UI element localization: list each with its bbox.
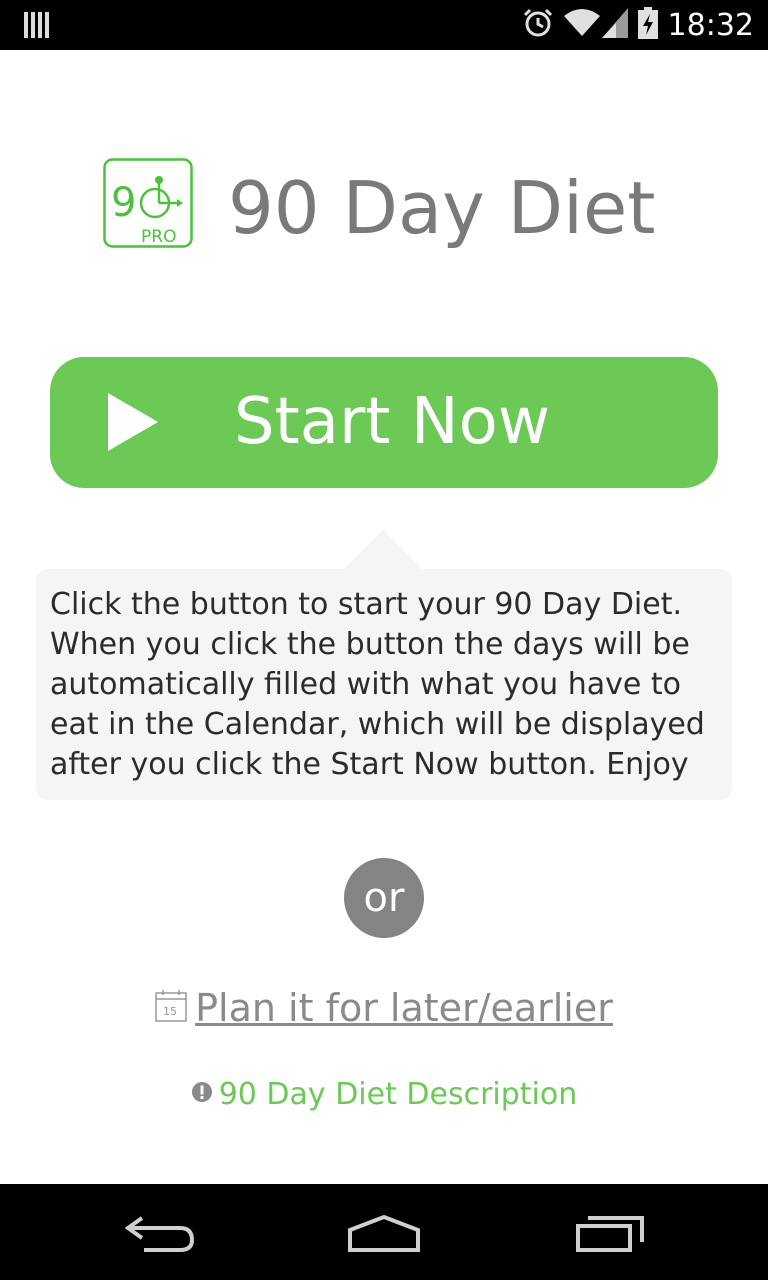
calendar-day: 15 xyxy=(163,1005,177,1018)
start-now-button[interactable]: Start Now xyxy=(50,357,718,488)
tooltip-text: Click the button to start your 90 Day Di… xyxy=(50,587,705,782)
status-bar: 18:32 xyxy=(0,0,768,50)
notification-bars-icon xyxy=(24,12,50,43)
recent-apps-icon[interactable] xyxy=(574,1214,646,1259)
wifi-icon xyxy=(563,8,600,43)
home-icon[interactable] xyxy=(346,1214,422,1259)
or-divider: or xyxy=(344,858,424,938)
start-tooltip: Click the button to start your 90 Day Di… xyxy=(36,569,732,800)
back-icon[interactable] xyxy=(124,1214,196,1259)
plan-later-link[interactable]: Plan it for later/earlier xyxy=(195,986,613,1030)
app-logo: 9 PRO xyxy=(103,158,193,248)
info-icon xyxy=(191,1081,213,1108)
tooltip-arrow xyxy=(343,530,423,570)
description-row: 90 Day Diet Description xyxy=(0,1072,768,1116)
start-now-label: Start Now xyxy=(234,385,551,459)
app-title: 90 Day Diet xyxy=(228,166,656,250)
play-icon xyxy=(108,393,158,456)
battery-charging-icon xyxy=(637,6,658,44)
diet-description-link[interactable]: 90 Day Diet Description xyxy=(219,1077,578,1112)
navigation-bar xyxy=(0,1184,768,1280)
signal-icon xyxy=(601,7,628,43)
status-time: 18:32 xyxy=(667,7,754,43)
calendar-icon: 15 xyxy=(155,989,187,1027)
alarm-icon xyxy=(522,7,554,44)
plan-row: 15 Plan it for later/earlier xyxy=(0,980,768,1036)
logo-number: 9 xyxy=(111,180,136,226)
logo-badge: PRO xyxy=(141,227,176,247)
